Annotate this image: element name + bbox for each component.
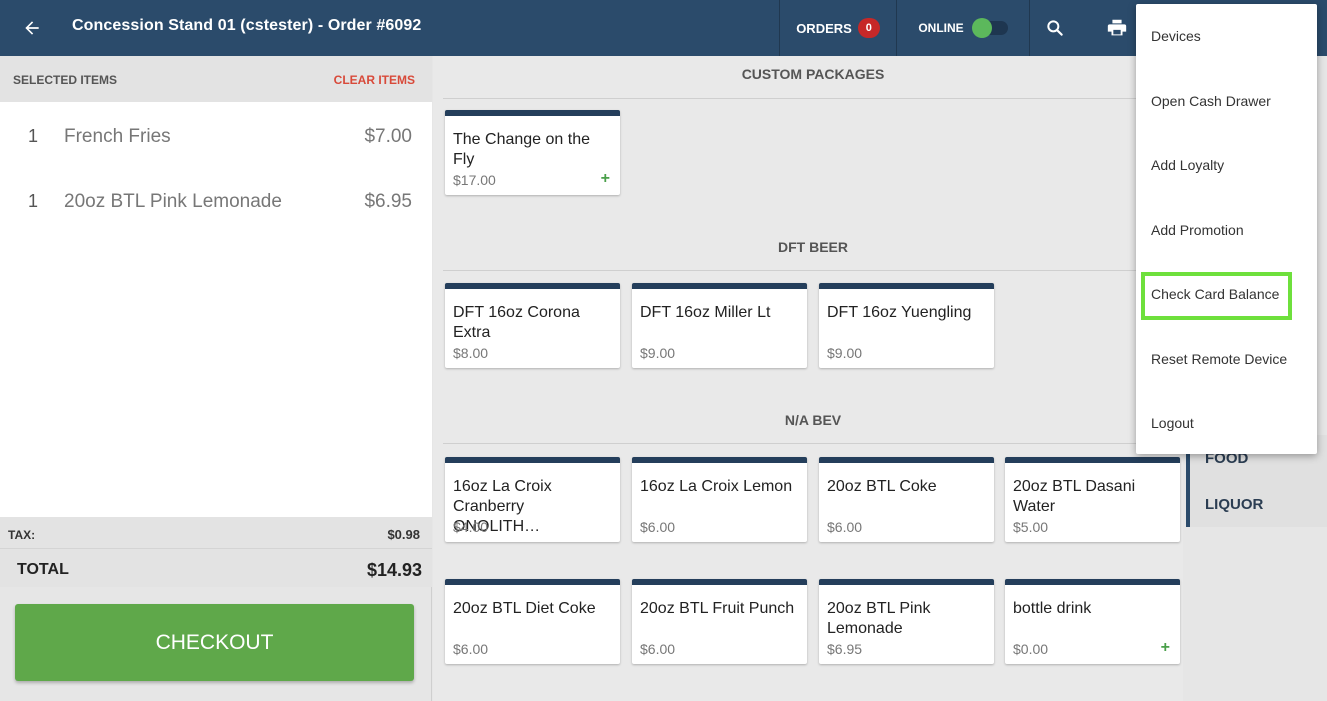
product-name: bottle drink — [1013, 600, 1092, 617]
item-price: $6.95 — [364, 191, 412, 212]
arrow-left-icon — [25, 21, 39, 35]
order-item[interactable]: 1 20oz BTL Pink Lemonade $6.95 — [0, 167, 432, 231]
product-tile[interactable]: 20oz BTL Dasani Water $5.00 — [1005, 457, 1180, 542]
product-price: $6.00 — [827, 519, 863, 535]
toggle-knob — [971, 18, 992, 38]
order-items-list: 1 French Fries $7.00 1 20oz BTL Pink Lem… — [0, 102, 432, 517]
product-name: 20oz BTL Coke — [827, 478, 937, 495]
product-tile[interactable]: DFT 16oz Corona Extra $8.00 — [445, 283, 620, 368]
menu-item-logout[interactable]: Logout — [1136, 391, 1317, 455]
order-panel: SELECTED ITEMS CLEAR ITEMS 1 French Frie… — [0, 56, 432, 701]
product-tile[interactable]: 20oz BTL Fruit Punch $6.00 — [632, 579, 807, 664]
product-price: $17.00 — [453, 172, 496, 188]
product-name: DFT 16oz Miller Lt — [640, 304, 771, 321]
header-divider — [1029, 0, 1030, 56]
add-modifier-icon: + — [600, 170, 610, 187]
back-button[interactable] — [18, 14, 46, 42]
product-name: 20oz BTL Fruit Punch — [640, 600, 795, 617]
online-toggle[interactable]: ONLINE — [897, 0, 1029, 56]
section-title: CUSTOM PACKAGES — [741, 66, 885, 82]
product-tile[interactable]: 20oz BTL Pink Lemonade $6.95 — [819, 579, 994, 664]
item-quantity: 1 — [28, 191, 39, 211]
product-name: 20oz BTL Pink Lemonade — [827, 600, 931, 637]
product-price: $9.00 — [827, 345, 863, 361]
item-name: French Fries — [64, 126, 171, 147]
product-tile[interactable]: DFT 16oz Yuengling $9.00 — [819, 283, 994, 368]
section-title: N/A BEV — [784, 412, 842, 428]
category-liquor[interactable]: LIQUOR — [1186, 481, 1327, 527]
toggle-switch[interactable] — [971, 18, 1008, 38]
product-name: The Change on the Fly — [453, 131, 590, 168]
menu-item-open-cash-drawer[interactable]: Open Cash Drawer — [1136, 69, 1317, 133]
product-grid: CUSTOM PACKAGES The Change on the Fly $1… — [433, 56, 1183, 701]
product-price: $5.00 — [1013, 519, 1049, 535]
product-price: $6.00 — [640, 519, 676, 535]
top-bar: Concession Stand 01 (cstester) - Order #… — [0, 0, 1327, 56]
product-price: $8.00 — [453, 345, 489, 361]
section-divider — [443, 270, 1183, 271]
clear-items-button[interactable]: CLEAR ITEMS — [334, 73, 415, 87]
orders-label: ORDERS — [796, 20, 852, 36]
search-icon — [1047, 20, 1063, 36]
printer-icon — [1107, 19, 1127, 36]
product-tile[interactable]: The Change on the Fly $17.00 + — [445, 110, 620, 195]
selected-items-label: SELECTED ITEMS — [13, 73, 118, 87]
product-price: $6.00 — [453, 641, 489, 657]
overflow-menu: Devices Open Cash Drawer Add Loyalty Add… — [1136, 4, 1317, 454]
online-label: ONLINE — [918, 21, 964, 35]
product-tile[interactable]: 16oz La Croix Lemon $6.00 — [632, 457, 807, 542]
product-name: 20oz BTL Dasani Water — [1013, 478, 1136, 515]
item-quantity: 1 — [28, 126, 39, 146]
menu-item-add-loyalty[interactable]: Add Loyalty — [1136, 133, 1317, 197]
item-price: $7.00 — [364, 126, 412, 147]
search-button[interactable] — [1040, 14, 1070, 42]
total-row: TOTAL $14.93 — [0, 549, 432, 587]
product-tile[interactable]: 20oz BTL Coke $6.00 — [819, 457, 994, 542]
product-name: DFT 16oz Yuengling — [827, 304, 972, 321]
section-divider — [443, 98, 1183, 99]
tax-label: TAX: — [8, 528, 36, 542]
selected-items-header: SELECTED ITEMS CLEAR ITEMS — [0, 56, 432, 102]
orders-count-badge: 0 — [857, 18, 880, 38]
product-name: 20oz BTL Diet Coke — [453, 600, 596, 617]
checkout-button[interactable]: CHECKOUT — [15, 604, 414, 681]
page-title: Concession Stand 01 (cstester) - Order #… — [72, 17, 422, 34]
tax-value: $0.98 — [387, 527, 420, 542]
section-title: DFT BEER — [778, 239, 848, 255]
section-divider — [443, 443, 1183, 444]
product-tile[interactable]: 20oz BTL Diet Coke $6.00 — [445, 579, 620, 664]
product-price: $6.95 — [827, 641, 863, 657]
total-label: TOTAL — [17, 561, 69, 578]
product-price: $9.00 — [640, 345, 676, 361]
item-name: 20oz BTL Pink Lemonade — [64, 191, 282, 212]
product-tile[interactable]: 16oz La Croix Cranberry ONOLITH… $4.00 — [445, 457, 620, 542]
menu-item-devices[interactable]: Devices — [1136, 4, 1317, 68]
order-item[interactable]: 1 French Fries $7.00 — [0, 102, 432, 166]
product-price: $6.00 — [640, 641, 676, 657]
product-price: $0.00 — [1013, 641, 1049, 657]
product-name: 16oz La Croix Lemon — [640, 478, 793, 495]
orders-button[interactable]: ORDERS 0 — [780, 0, 896, 56]
total-value: $14.93 — [366, 560, 422, 580]
product-tile[interactable]: DFT 16oz Miller Lt $9.00 — [632, 283, 807, 368]
add-modifier-icon: + — [1160, 639, 1170, 656]
menu-item-add-promotion[interactable]: Add Promotion — [1136, 198, 1317, 262]
product-price: $4.00 — [453, 519, 489, 535]
print-button[interactable] — [1102, 14, 1132, 42]
product-tile[interactable]: bottle drink $0.00 + — [1005, 579, 1180, 664]
tax-row: TAX: $0.98 — [0, 517, 432, 549]
menu-item-reset-remote-device[interactable]: Reset Remote Device — [1136, 327, 1317, 391]
menu-item-check-card-balance[interactable]: Check Card Balance — [1136, 262, 1317, 326]
product-name: DFT 16oz Corona Extra — [453, 304, 580, 341]
